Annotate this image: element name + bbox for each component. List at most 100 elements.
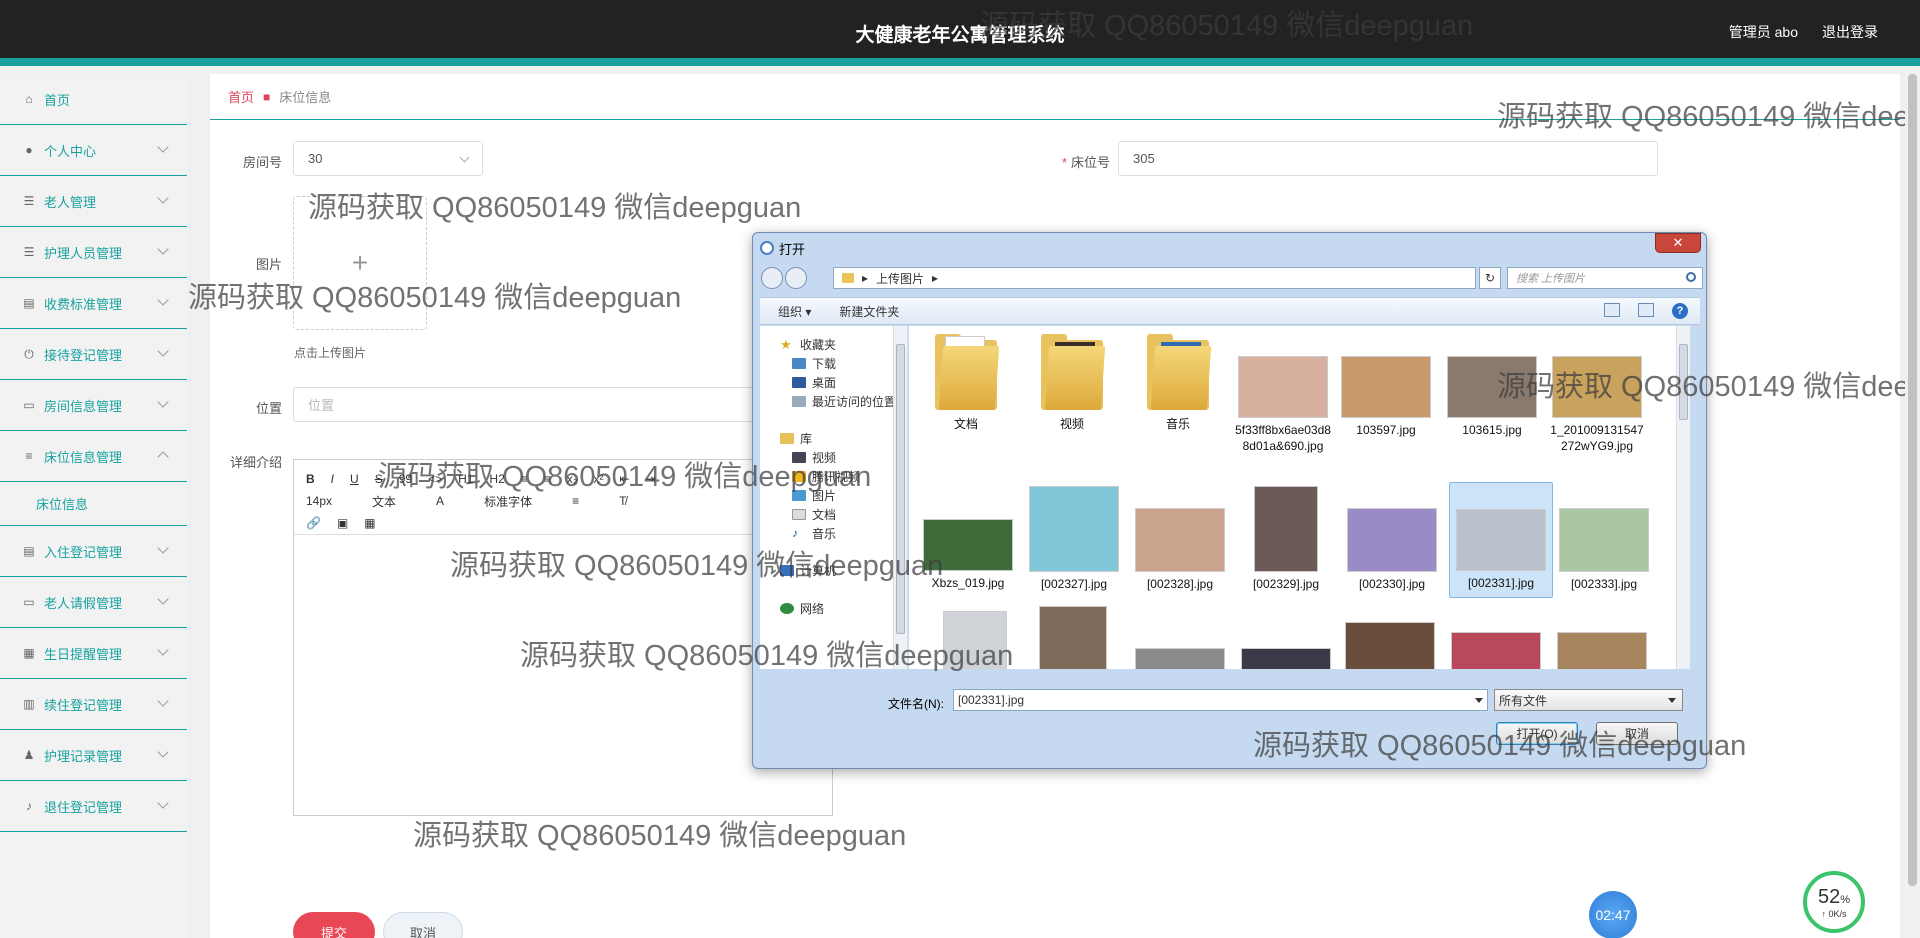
image-file[interactable]: Xbzs_019.jpg	[921, 519, 1015, 591]
back-button[interactable]	[761, 267, 783, 289]
sidebar-item-fees[interactable]: ▤ 收费标准管理	[0, 278, 187, 329]
superscript-button[interactable]: x²	[593, 472, 603, 486]
folder-item[interactable]: 文档	[919, 332, 1013, 432]
nav-scrollbar[interactable]	[893, 326, 907, 669]
image-file[interactable]: [002333].jpg	[1557, 508, 1651, 592]
sidebar-item-elders[interactable]: ☰ 老人管理	[0, 176, 187, 227]
nav-downloads[interactable]: 下载	[792, 355, 836, 372]
sidebar-subitem-bed-info[interactable]: 床位信息	[0, 482, 187, 526]
nav-scroll-thumb[interactable]	[896, 344, 905, 634]
image-file[interactable]: [002328].jpg	[1133, 508, 1227, 592]
position-input[interactable]: 位置	[293, 387, 763, 422]
sidebar-item-home[interactable]: ⌂ 首页	[0, 74, 187, 125]
font-color-icon[interactable]: A	[436, 494, 444, 508]
nav-libraries[interactable]: 库	[780, 430, 812, 447]
dialog-search-input[interactable]: 搜索 上传图片	[1507, 267, 1703, 289]
nav-tencent-video[interactable]: 腾讯视频	[792, 468, 860, 485]
file-type-select[interactable]: 所有文件	[1494, 689, 1683, 711]
forward-button[interactable]	[785, 267, 807, 289]
submit-button[interactable]: 提交	[293, 912, 375, 938]
image-file[interactable]: 103597.jpg	[1339, 356, 1433, 438]
outdent-button[interactable]: ⇤	[619, 472, 629, 486]
image-file[interactable]: 1_201009131547272wYG9.jpg	[1549, 356, 1645, 454]
text-style-select[interactable]: 文本	[372, 493, 396, 510]
sidebar-item-caregivers[interactable]: ☰ 护理人员管理	[0, 227, 187, 278]
dialog-cancel-button[interactable]: 取消	[1596, 722, 1678, 745]
folder-item[interactable]: 视频	[1025, 332, 1119, 432]
current-user[interactable]: 管理员 abo	[1729, 22, 1798, 42]
clear-format-icon[interactable]: T̸	[619, 494, 626, 508]
nav-videos[interactable]: 视频	[792, 449, 836, 466]
sidebar-item-leave[interactable]: ▭ 老人请假管理	[0, 577, 187, 628]
nav-documents[interactable]: 文档	[792, 506, 836, 523]
nav-network[interactable]: 网络	[780, 600, 824, 617]
sidebar-item-profile[interactable]: ● 个人中心	[0, 125, 187, 176]
bullet-list-button[interactable]: ≡	[544, 472, 551, 486]
subscript-button[interactable]: x₂	[567, 472, 578, 486]
file-name-input[interactable]: [002331].jpg	[953, 689, 1488, 711]
nav-favorites[interactable]: ★ 收藏夹	[780, 336, 836, 353]
bed-number-input[interactable]: 305	[1118, 141, 1658, 176]
help-icon[interactable]: ?	[1672, 303, 1688, 319]
sidebar-item-checkin[interactable]: ▤ 入住登记管理	[0, 526, 187, 577]
refresh-button[interactable]: ↻	[1479, 267, 1501, 289]
underline-button[interactable]: U	[350, 472, 359, 486]
cancel-button[interactable]: 取消	[383, 912, 463, 938]
font-size-select[interactable]: 14px	[306, 494, 332, 508]
sidebar-item-label: 退住登记管理	[44, 799, 123, 815]
recording-timer[interactable]: 02:47	[1589, 891, 1637, 938]
image-file[interactable]: [002329].jpg	[1239, 486, 1333, 592]
italic-button[interactable]: I	[331, 472, 334, 486]
breadcrumb-home[interactable]: 首页	[228, 87, 254, 106]
room-select[interactable]: 30	[293, 141, 483, 176]
organize-menu[interactable]: 组织 ▾	[778, 303, 811, 320]
file-list-scrollbar[interactable]	[1676, 326, 1690, 669]
new-folder-button[interactable]: 新建文件夹	[839, 303, 899, 320]
file-scroll-thumb[interactable]	[1679, 344, 1688, 420]
folder-item[interactable]: 音乐	[1131, 332, 1225, 432]
sidebar-item-birthday[interactable]: ▦ 生日提醒管理	[0, 628, 187, 679]
nav-recent[interactable]: 最近访问的位置	[792, 393, 896, 410]
image-file[interactable]: 5f33ff8bx6ae03d88d01a&690.jpg	[1235, 356, 1331, 454]
nav-computer[interactable]: 计算机	[780, 562, 836, 579]
sidebar-item-renewal[interactable]: ▥ 续住登记管理	[0, 679, 187, 730]
image-upload-button[interactable]: +	[293, 196, 427, 330]
quote-button[interactable]: 99	[399, 472, 412, 486]
preview-pane-icon[interactable]	[1638, 303, 1654, 317]
image-thumbnail	[1552, 356, 1642, 418]
font-family-select[interactable]: 标准字体	[484, 493, 532, 510]
library-icon	[780, 433, 794, 444]
page-scrollbar[interactable]	[1905, 66, 1920, 938]
link-icon[interactable]: 🔗	[306, 516, 321, 530]
image-icon[interactable]: ▣	[337, 516, 348, 530]
h2-button[interactable]: H2	[489, 472, 504, 486]
sidebar-item-beds[interactable]: ≡ 床位信息管理	[0, 431, 187, 482]
indent-button[interactable]: ⇥	[646, 472, 656, 486]
align-icon[interactable]: ≡	[572, 494, 579, 508]
video-icon[interactable]: ▦	[364, 516, 375, 530]
page-scroll-thumb[interactable]	[1908, 74, 1917, 886]
bold-button[interactable]: B	[306, 472, 315, 486]
logout-link[interactable]: 退出登录	[1822, 22, 1878, 42]
image-file[interactable]: [002327].jpg	[1027, 486, 1121, 592]
sidebar-item-rooms[interactable]: ▭ 房间信息管理	[0, 380, 187, 431]
strike-button[interactable]: S	[375, 472, 383, 486]
address-bar[interactable]: ▸ 上传图片 ▸	[833, 267, 1476, 289]
house-icon: ■	[263, 89, 271, 104]
sidebar-item-reception[interactable]: ⏻ 接待登记管理	[0, 329, 187, 380]
nav-pictures[interactable]: 图片	[792, 487, 836, 504]
image-file[interactable]: [002330].jpg	[1345, 508, 1439, 592]
h1-button[interactable]: H1	[458, 472, 473, 486]
close-icon[interactable]: ✕	[1655, 233, 1701, 253]
nav-music[interactable]: ♪ 音乐	[792, 525, 836, 542]
open-button[interactable]: 打开(O)	[1496, 722, 1578, 745]
network-speed-widget[interactable]: 52% ↑ 0K/s	[1803, 871, 1865, 933]
code-button[interactable]: <>	[428, 472, 442, 486]
view-icon[interactable]	[1604, 303, 1620, 317]
nav-desktop[interactable]: 桌面	[792, 374, 836, 391]
ordered-list-button[interactable]: ≡	[521, 472, 528, 486]
sidebar-item-checkout[interactable]: ♪ 退住登记管理	[0, 781, 187, 832]
image-file-selected[interactable]: [002331].jpg	[1449, 482, 1553, 598]
image-file[interactable]: 103615.jpg	[1445, 356, 1539, 438]
sidebar-item-care-records[interactable]: ♟ 护理记录管理	[0, 730, 187, 781]
